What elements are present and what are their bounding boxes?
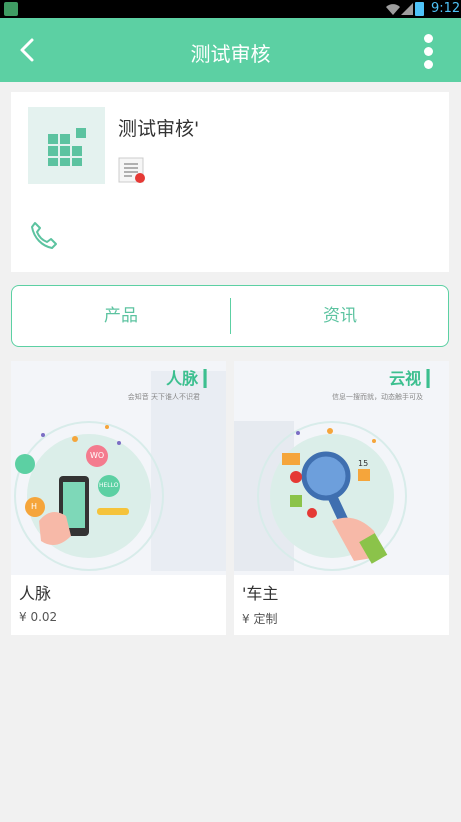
brand-slogan: 信息一搜而就，动态触手可及 — [332, 393, 423, 401]
brand-label: 云视 ▎ — [389, 369, 439, 388]
brand-label: 人脉 ▎ — [166, 369, 216, 388]
product-image: 人脉 ▎ 会知音 天下谁人不识君 WO HELLO H — [11, 361, 226, 575]
signal-icon — [401, 3, 413, 15]
shop-logo — [28, 107, 105, 184]
product-card[interactable]: 云视 ▎ 信息一搜而就，动态触手可及 15 '车主 ¥ 定制 — [234, 361, 449, 635]
product-name: 人脉 — [19, 584, 52, 603]
app-bar: 测试审核 — [0, 18, 461, 82]
product-image: 云视 ▎ 信息一搜而就，动态触手可及 15 — [234, 361, 449, 575]
product-name: '车主 — [242, 584, 279, 603]
grid-logo-icon — [48, 128, 86, 166]
calendar-badge: 15 — [358, 459, 369, 468]
notification-app-icon — [4, 2, 18, 16]
wifi-icon — [386, 4, 400, 15]
battery-icon — [415, 2, 424, 16]
product-card[interactable]: 人脉 ▎ 会知音 天下谁人不识君 WO HELLO H 人脉 ¥ 0.02 — [11, 361, 226, 635]
bubble-text: HELLO — [99, 482, 119, 489]
status-time: 9:12 — [431, 1, 461, 16]
content-tabs: 产品 资讯 — [11, 285, 449, 347]
product-price: ¥ 定制 — [242, 612, 278, 626]
shop-profile-card: 测试审核' — [11, 92, 449, 272]
bubble-text: WO — [90, 451, 105, 460]
status-bar: 9:12 — [0, 0, 461, 18]
bubble-text: H — [31, 502, 38, 511]
shop-name: 测试审核' — [118, 118, 200, 140]
brand-slogan: 会知音 天下谁人不识君 — [127, 393, 200, 401]
tab-news[interactable]: 资讯 — [231, 286, 449, 346]
page-title: 测试审核 — [190, 42, 271, 66]
phone-icon[interactable] — [29, 219, 59, 251]
tab-products[interactable]: 产品 — [12, 286, 230, 346]
more-menu-icon[interactable] — [414, 32, 442, 70]
product-price: ¥ 0.02 — [19, 610, 58, 624]
document-badge-icon[interactable] — [118, 157, 146, 185]
